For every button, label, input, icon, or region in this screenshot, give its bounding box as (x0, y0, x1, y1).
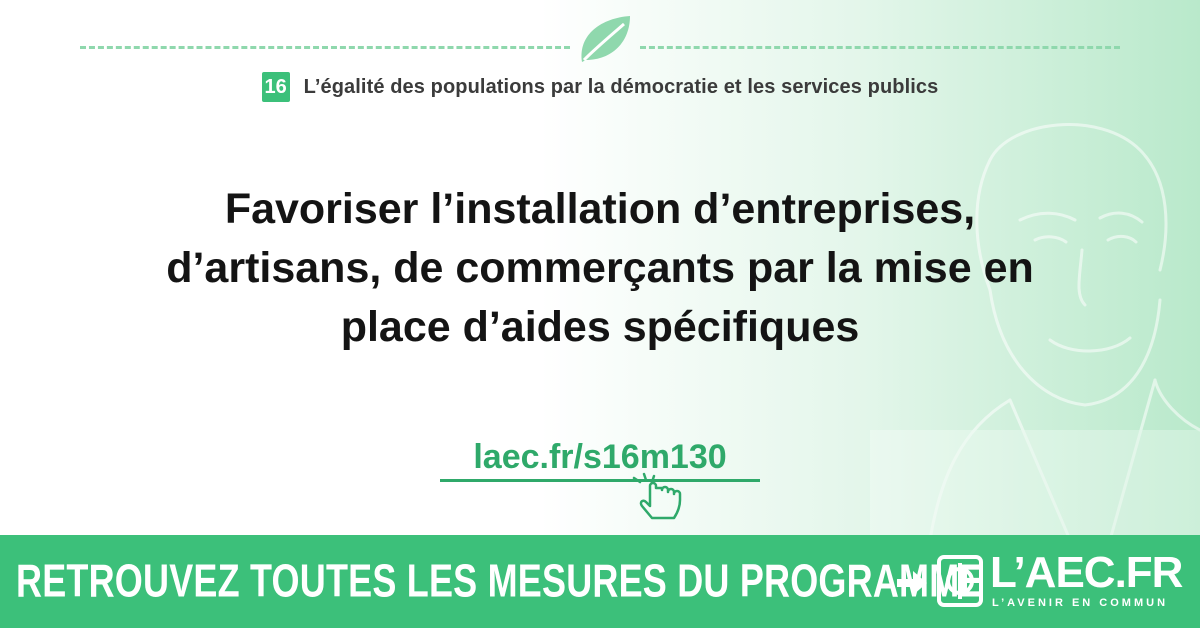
phi-logo-icon (937, 555, 983, 607)
dashed-divider-left (80, 46, 570, 49)
arrow-right-icon (897, 571, 927, 595)
logo-name[interactable]: L’AEC.FR (990, 549, 1183, 597)
section-title: L’égalité des populations par la démocra… (303, 75, 939, 98)
pointing-hand-icon (632, 472, 682, 520)
leaf-icon (581, 16, 630, 62)
measure-headline: Favoriser l’installation d’entreprises, … (60, 180, 1140, 357)
cta-banner[interactable]: RETROUVEZ TOUTES LES MESURES DU PROGRAMM… (0, 535, 1200, 628)
headline-line: d’artisans, de commerçants par la mise e… (166, 244, 1034, 292)
section-number-badge: 16 (261, 72, 290, 102)
headline-line: Favoriser l’installation d’entreprises, (224, 185, 976, 233)
measure-link[interactable]: laec.fr/s16m130 (440, 438, 760, 482)
logo-tagline: L’AVENIR EN COMMUN (992, 597, 1169, 609)
section-header: 16 L’égalité des populations par la démo… (0, 72, 1200, 102)
dashed-divider-right (640, 46, 1120, 49)
headline-line: place d’aides spécifiques (340, 303, 860, 351)
cta-text[interactable]: RETROUVEZ TOUTES LES MESURES DU PROGRAMM… (16, 554, 984, 607)
